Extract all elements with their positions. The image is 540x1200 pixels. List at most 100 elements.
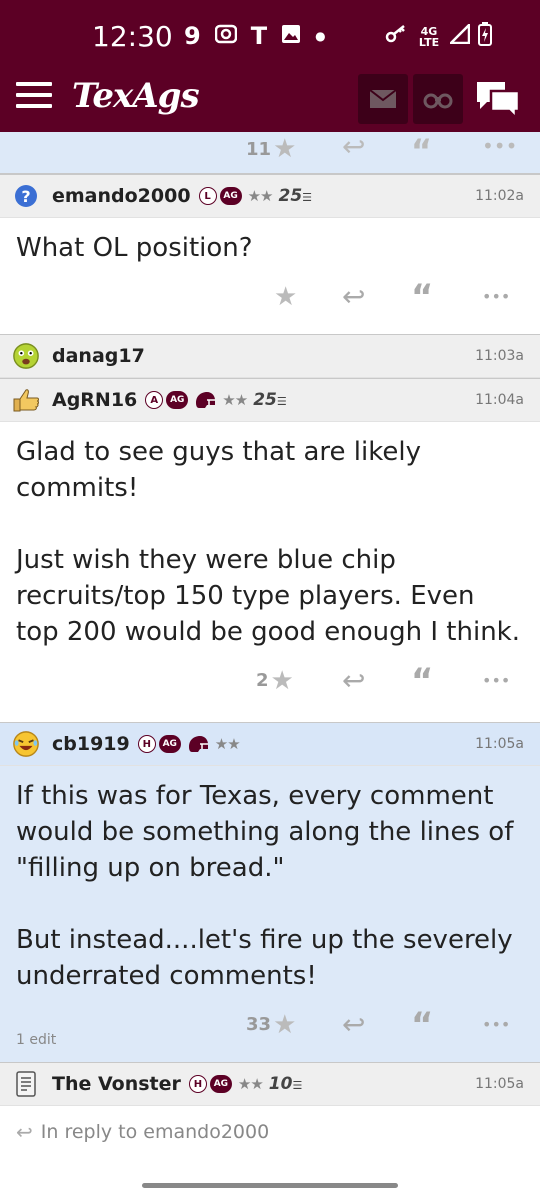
post-time: 11:05a bbox=[475, 736, 524, 752]
rating-stars: ★★ bbox=[214, 735, 241, 753]
helmet-icon bbox=[188, 736, 208, 752]
post-body: Glad to see guys that are likely commits… bbox=[0, 422, 540, 722]
username[interactable]: AgRN16 bbox=[52, 389, 137, 411]
post-actions: 1 edit 33 ★ ↩ “ ••• bbox=[16, 994, 524, 1062]
rating-stars: ★★ bbox=[222, 391, 248, 409]
more-button[interactable]: ••• bbox=[482, 666, 510, 696]
post-header: AgRN16 A AG ★★ 25☰ 11:04a bbox=[0, 378, 540, 422]
dot-icon: ● bbox=[315, 29, 326, 43]
star-count: 2 bbox=[256, 670, 269, 691]
rating-stars: ★★ bbox=[247, 187, 274, 205]
question-mark-avatar-icon: ? bbox=[15, 185, 37, 207]
prev-star-button[interactable]: 11 ★ bbox=[246, 134, 296, 164]
reply-to-link[interactable]: ↩ In reply to emando2000 bbox=[0, 1106, 540, 1158]
quote-button[interactable]: “ bbox=[411, 661, 434, 701]
points-badge: 25☰ bbox=[278, 186, 313, 206]
avatar[interactable] bbox=[12, 386, 40, 414]
reply-icon[interactable]: ↩ bbox=[342, 132, 365, 163]
star-button[interactable]: 33 ★ bbox=[246, 1010, 296, 1040]
quote-icon: “ bbox=[411, 661, 434, 701]
star-count: 33 bbox=[246, 1014, 272, 1035]
star-icon: ★ bbox=[274, 282, 298, 312]
reply-button[interactable]: ↩ bbox=[342, 1008, 366, 1041]
post-text: But instead....let's fire up the severel… bbox=[16, 925, 513, 991]
status-bar: 12:30 9 T ● 4G LTE bbox=[0, 0, 540, 68]
post-time: 11:02a bbox=[475, 188, 524, 204]
thumbs-up-avatar-icon bbox=[13, 389, 39, 412]
post-text: If this was for Texas, every comment wou… bbox=[16, 781, 514, 883]
post-text: Glad to see guys that are likely commits… bbox=[16, 437, 421, 503]
post-body: What OL position? ★ ↩ “ ••• bbox=[0, 218, 540, 334]
username[interactable]: danag17 bbox=[52, 345, 145, 367]
username[interactable]: The Vonster bbox=[52, 1073, 181, 1095]
rank-badge: H bbox=[188, 1075, 207, 1093]
points-value: 25 bbox=[278, 186, 303, 206]
rating-stars: ★★ bbox=[237, 1075, 264, 1093]
post-text: Just wish they were blue chip recruits/t… bbox=[16, 545, 520, 647]
reply-icon: ↩ bbox=[342, 280, 366, 313]
reply-icon: ↩ bbox=[342, 664, 366, 697]
username[interactable]: cb1919 bbox=[52, 733, 130, 755]
post-header: ? emando2000 L AG ★★ 25☰ 11:02a bbox=[0, 174, 540, 218]
signal-icon bbox=[447, 21, 471, 50]
menu-icon[interactable] bbox=[16, 82, 52, 110]
points-value: 10 bbox=[268, 1074, 293, 1094]
star-button[interactable]: ★ bbox=[274, 282, 297, 312]
battery-icon bbox=[478, 22, 492, 52]
home-gesture-pill[interactable] bbox=[142, 1183, 398, 1188]
more-button[interactable]: ••• bbox=[482, 282, 510, 312]
quote-button[interactable]: “ bbox=[411, 1005, 434, 1045]
prev-post-actions: 11 ★ ↩ “ ••• bbox=[0, 132, 540, 174]
points-badge: 25☰ bbox=[253, 390, 287, 410]
post-time: 11:04a bbox=[475, 392, 524, 408]
post-body: If this was for Texas, every comment wou… bbox=[0, 766, 540, 1062]
sick-face-avatar-icon bbox=[13, 343, 39, 369]
quote-icon[interactable]: “ bbox=[411, 132, 432, 170]
avatar[interactable]: ? bbox=[12, 182, 40, 210]
more-icon[interactable]: ••• bbox=[482, 134, 517, 158]
radio-icon bbox=[214, 22, 237, 50]
ag-badge: AG bbox=[209, 1075, 232, 1093]
avatar[interactable] bbox=[12, 730, 40, 758]
username[interactable]: emando2000 bbox=[52, 185, 191, 207]
reply-button[interactable]: ↩ bbox=[342, 664, 366, 697]
quote-icon: “ bbox=[411, 1005, 434, 1045]
post-text: What OL position? bbox=[16, 233, 253, 263]
status-right-icons: 4G LTE bbox=[384, 21, 492, 52]
image-icon bbox=[281, 22, 301, 50]
more-icon: ••• bbox=[482, 1015, 511, 1034]
network-type: 4G LTE bbox=[418, 25, 440, 49]
mail-icon bbox=[369, 89, 397, 108]
texags-logo[interactable]: TexAgs bbox=[72, 76, 200, 116]
vpn-key-icon bbox=[384, 24, 408, 50]
document-avatar-icon bbox=[16, 1071, 36, 1097]
prev-star-count: 11 bbox=[246, 138, 272, 160]
avatar[interactable] bbox=[12, 342, 40, 370]
ag-badge: AG bbox=[158, 735, 181, 753]
laughing-face-avatar-icon bbox=[13, 731, 39, 757]
quote-button[interactable]: “ bbox=[411, 279, 433, 315]
star-icon: ★ bbox=[273, 1010, 297, 1040]
helmet-icon bbox=[196, 392, 216, 408]
thread-feed[interactable]: 11 ★ ↩ “ ••• ? emando2000 L AG ★★ 25☰ 11… bbox=[0, 132, 540, 1200]
star-button[interactable]: 2 ★ bbox=[256, 666, 294, 696]
edit-indicator[interactable]: 1 edit bbox=[16, 1022, 56, 1058]
ag-badge: AG bbox=[166, 391, 189, 409]
rank-badge: L bbox=[198, 187, 217, 205]
post-actions: 2 ★ ↩ “ ••• bbox=[16, 650, 524, 722]
watchlist-button[interactable] bbox=[413, 74, 463, 124]
messages-button[interactable] bbox=[358, 74, 408, 124]
post-time: 11:03a bbox=[475, 348, 524, 364]
more-icon: ••• bbox=[482, 287, 511, 306]
reply-icon: ↩ bbox=[342, 1008, 366, 1041]
points-value: 25 bbox=[253, 390, 277, 410]
post-actions: ★ ↩ “ ••• bbox=[16, 266, 524, 334]
rank-badge: H bbox=[137, 735, 156, 753]
points-badge: 10☰ bbox=[268, 1074, 303, 1094]
notification-icon-9: 9 bbox=[184, 22, 201, 50]
chat-button[interactable] bbox=[470, 74, 526, 124]
post-time: 11:05a bbox=[475, 1076, 524, 1092]
more-button[interactable]: ••• bbox=[482, 1010, 510, 1040]
reply-button[interactable]: ↩ bbox=[342, 280, 366, 313]
avatar[interactable] bbox=[12, 1070, 40, 1098]
